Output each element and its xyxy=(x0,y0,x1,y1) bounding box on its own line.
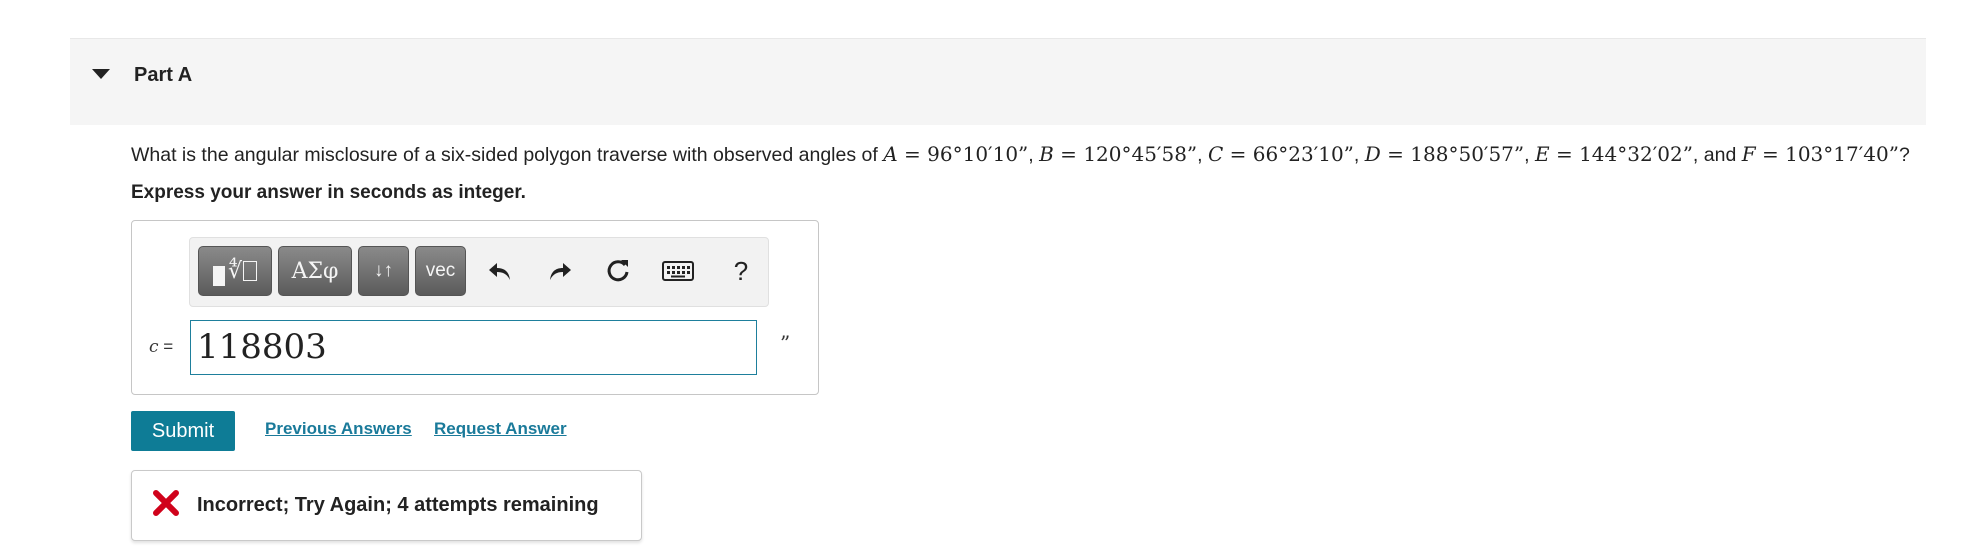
feedback-box: Incorrect; Try Again; 4 attempts remaini… xyxy=(131,470,642,541)
answer-variable-label: c = xyxy=(149,337,174,357)
submit-button[interactable]: Submit xyxy=(131,411,235,451)
reset-icon[interactable] xyxy=(601,254,635,288)
math-toolbar: ∜ ΑΣφ ↓↑ vec ? xyxy=(189,237,769,307)
angle-c: C = 66°23′10” xyxy=(1208,142,1354,166)
answer-instruction: Express your answer in seconds as intege… xyxy=(131,182,526,203)
question-text: What is the angular misclosure of a six-… xyxy=(131,142,1910,166)
angle-e: E = 144°32′02” xyxy=(1534,142,1693,166)
previous-answers-link[interactable]: Previous Answers xyxy=(265,419,412,439)
page: Part A What is the angular misclosure of… xyxy=(0,0,1975,547)
angle-d: D = 188°50′57” xyxy=(1364,142,1525,166)
part-title: Part A xyxy=(134,64,193,86)
question-intro: What is the angular misclosure of a six-… xyxy=(131,144,878,166)
angle-f: F = 103°17′40” xyxy=(1741,142,1899,166)
question-end: ? xyxy=(1898,144,1910,166)
answer-unit: ” xyxy=(780,331,791,355)
answer-input[interactable]: 118803 xyxy=(190,320,757,375)
arrows-button[interactable]: ↓↑ xyxy=(358,246,409,296)
greek-symbols-button[interactable]: ΑΣφ xyxy=(278,246,352,296)
angle-a: A = 96°10′10” xyxy=(883,142,1029,166)
keyboard-icon[interactable] xyxy=(661,254,695,288)
vector-button[interactable]: vec xyxy=(415,246,466,296)
request-answer-link[interactable]: Request Answer xyxy=(434,419,567,439)
templates-icon xyxy=(212,266,225,286)
answer-box: ∜ ΑΣφ ↓↑ vec ? c = 118803 ” xyxy=(131,220,819,395)
redo-icon[interactable] xyxy=(543,254,577,288)
caret-down-icon[interactable] xyxy=(92,69,110,79)
question-conjunction: and xyxy=(1703,144,1737,166)
x-icon xyxy=(153,490,179,516)
undo-icon[interactable] xyxy=(483,254,517,288)
templates-button[interactable]: ∜ xyxy=(198,246,272,296)
feedback-text: Incorrect; Try Again; 4 attempts remaini… xyxy=(197,494,599,516)
part-header[interactable]: Part A xyxy=(70,38,1926,125)
help-icon[interactable]: ? xyxy=(724,254,758,288)
angle-b: B = 120°45′58” xyxy=(1039,142,1198,166)
